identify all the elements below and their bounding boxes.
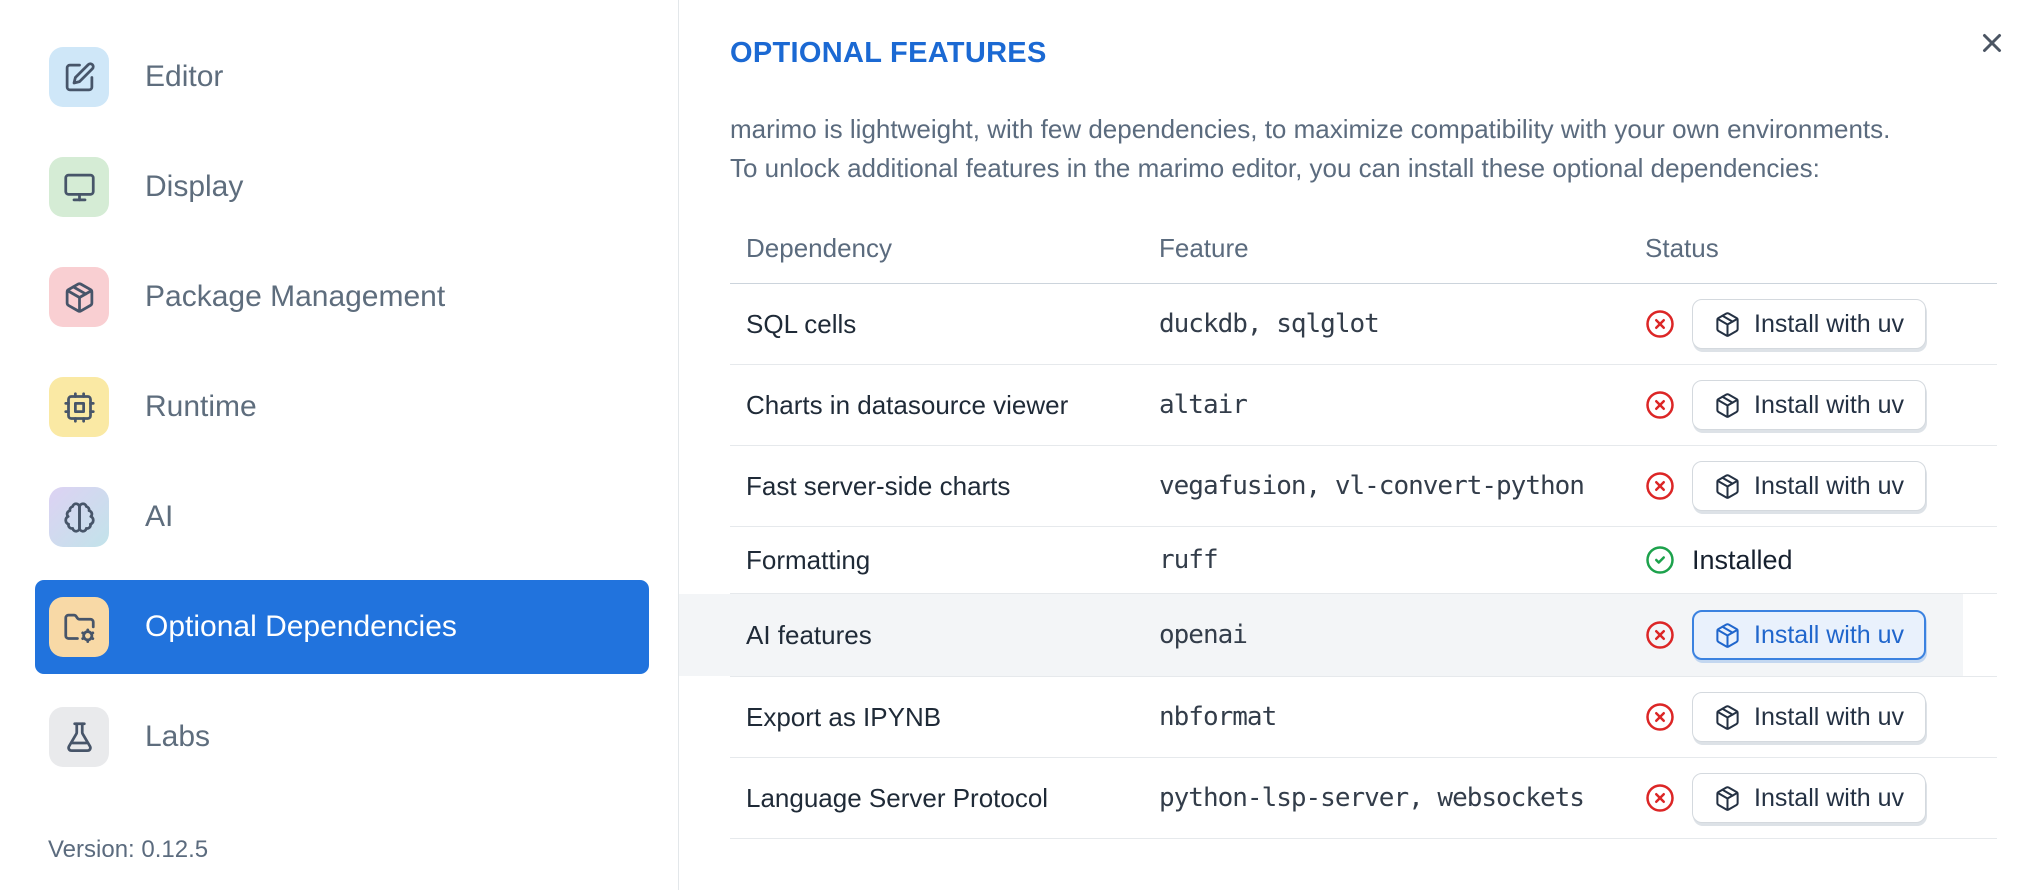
folder-cog-icon — [49, 597, 109, 657]
status-cell: Install with uv — [1629, 610, 1997, 660]
package-icon — [49, 267, 109, 327]
feature-cell: vegafusion, vl-convert-python — [1159, 471, 1585, 501]
status-missing-icon — [1645, 390, 1675, 420]
install-button-label: Install with uv — [1754, 783, 1905, 812]
dependency-cell: Export as IPYNB — [746, 701, 942, 732]
brain-icon — [49, 487, 109, 547]
feature-cell: duckdb, sqlglot — [1159, 309, 1380, 339]
install-with-uv-button[interactable]: Install with uv — [1692, 380, 1927, 430]
status-cell: Install with uv — [1629, 773, 1997, 823]
status-missing-icon — [1645, 309, 1675, 339]
feature-cell: ruff — [1159, 545, 1219, 575]
sidebar-item-label: Runtime — [145, 390, 257, 423]
sidebar-item-display[interactable]: Display — [35, 140, 649, 234]
table-row: SQL cells duckdb, sqlglot Install with uv — [730, 284, 1997, 365]
table-row: Export as IPYNB nbformat Install with uv — [730, 677, 1997, 758]
settings-dialog: Editor Display Package Management Runtime AI… — [0, 0, 2042, 890]
install-with-uv-button[interactable]: Install with uv — [1692, 461, 1927, 511]
sidebar-item-label: AI — [145, 500, 174, 533]
column-header-status: Status — [1645, 233, 1719, 263]
sidebar-item-runtime[interactable]: Runtime — [35, 360, 649, 454]
install-button-label: Install with uv — [1754, 620, 1905, 649]
feature-cell: python-lsp-server, websockets — [1159, 783, 1585, 813]
status-cell: Installed — [1629, 545, 1997, 576]
package-icon — [1714, 622, 1741, 649]
settings-sidebar: Editor Display Package Management Runtime AI… — [0, 0, 679, 890]
status-missing-icon — [1645, 620, 1675, 650]
sidebar-item-labs[interactable]: Labs — [35, 690, 649, 784]
sidebar-item-ai[interactable]: AI — [35, 470, 649, 564]
package-icon — [1714, 704, 1741, 731]
status-cell: Install with uv — [1629, 299, 1997, 349]
package-icon — [1714, 392, 1741, 419]
column-header-feature: Feature — [1159, 233, 1249, 263]
table-row: Fast server-side charts vegafusion, vl-co… — [730, 446, 1997, 527]
column-header-dependency: Dependency — [746, 233, 892, 263]
sidebar-item-label: Package Management — [145, 280, 446, 313]
table-row: Language Server Protocol python-lsp-serve… — [730, 758, 1997, 839]
table-header-row: Dependency Feature Status — [730, 214, 1997, 284]
optional-features-panel: OPTIONAL FEATURES marimo is lightweight,… — [679, 0, 2042, 890]
dependencies-table: Dependency Feature Status SQL cells duckd… — [679, 214, 1997, 839]
cpu-icon — [49, 377, 109, 437]
install-with-uv-button[interactable]: Install with uv — [1692, 610, 1927, 660]
install-button-label: Install with uv — [1754, 309, 1905, 338]
install-button-label: Install with uv — [1754, 471, 1905, 500]
install-button-label: Install with uv — [1754, 702, 1905, 731]
package-icon — [1714, 785, 1741, 812]
install-button-label: Install with uv — [1754, 390, 1905, 419]
status-missing-icon — [1645, 783, 1675, 813]
install-with-uv-button[interactable]: Install with uv — [1692, 692, 1927, 742]
feature-cell: altair — [1159, 390, 1248, 420]
sidebar-item-label: Editor — [145, 60, 224, 93]
dependency-cell: Formatting — [746, 544, 871, 575]
close-icon — [1977, 28, 2007, 61]
install-with-uv-button[interactable]: Install with uv — [1692, 773, 1927, 823]
table-body: SQL cells duckdb, sqlglot Install with uv C… — [679, 284, 1997, 839]
feature-cell: nbformat — [1159, 702, 1277, 732]
status-missing-icon — [1645, 702, 1675, 732]
sidebar-item-editor[interactable]: Editor — [35, 30, 649, 124]
dependency-cell: SQL cells — [746, 308, 857, 339]
sidebar-item-label: Display — [145, 170, 244, 203]
sidebar-item-package-management[interactable]: Package Management — [35, 250, 649, 344]
dependency-cell: Fast server-side charts — [746, 470, 1011, 501]
dependency-cell: Charts in datasource viewer — [746, 389, 1069, 420]
dependency-cell: Language Server Protocol — [746, 782, 1049, 813]
sidebar-nav: Editor Display Package Management Runtime AI… — [0, 0, 678, 784]
table-row: AI features openai Install with uv — [679, 594, 1997, 677]
package-icon — [1714, 311, 1741, 338]
table-row: Formatting ruff Installed — [730, 527, 1997, 594]
version-label: Version: 0.12.5 — [48, 836, 209, 863]
square-pen-icon — [49, 47, 109, 107]
package-icon — [1714, 473, 1741, 500]
status-cell: Install with uv — [1629, 692, 1997, 742]
panel-description: marimo is lightweight, with few dependen… — [730, 114, 1891, 183]
feature-cell: openai — [1159, 620, 1248, 650]
status-missing-icon — [1645, 471, 1675, 501]
dependency-cell: AI features — [746, 619, 872, 650]
status-cell: Install with uv — [1629, 380, 1997, 430]
installed-label: Installed — [1692, 544, 1793, 575]
sidebar-item-label: Labs — [145, 720, 211, 753]
monitor-icon — [49, 157, 109, 217]
close-button[interactable] — [1970, 22, 2014, 66]
status-installed-icon — [1645, 545, 1675, 575]
page-title: OPTIONAL FEATURES — [730, 37, 1047, 69]
install-with-uv-button[interactable]: Install with uv — [1692, 299, 1927, 349]
table-row: Charts in datasource viewer altair Install… — [730, 365, 1997, 446]
sidebar-item-label: Optional Dependencies — [145, 610, 457, 643]
flask-icon — [49, 707, 109, 767]
status-cell: Install with uv — [1629, 461, 1997, 511]
sidebar-item-optional-dependencies[interactable]: Optional Dependencies — [35, 580, 649, 674]
